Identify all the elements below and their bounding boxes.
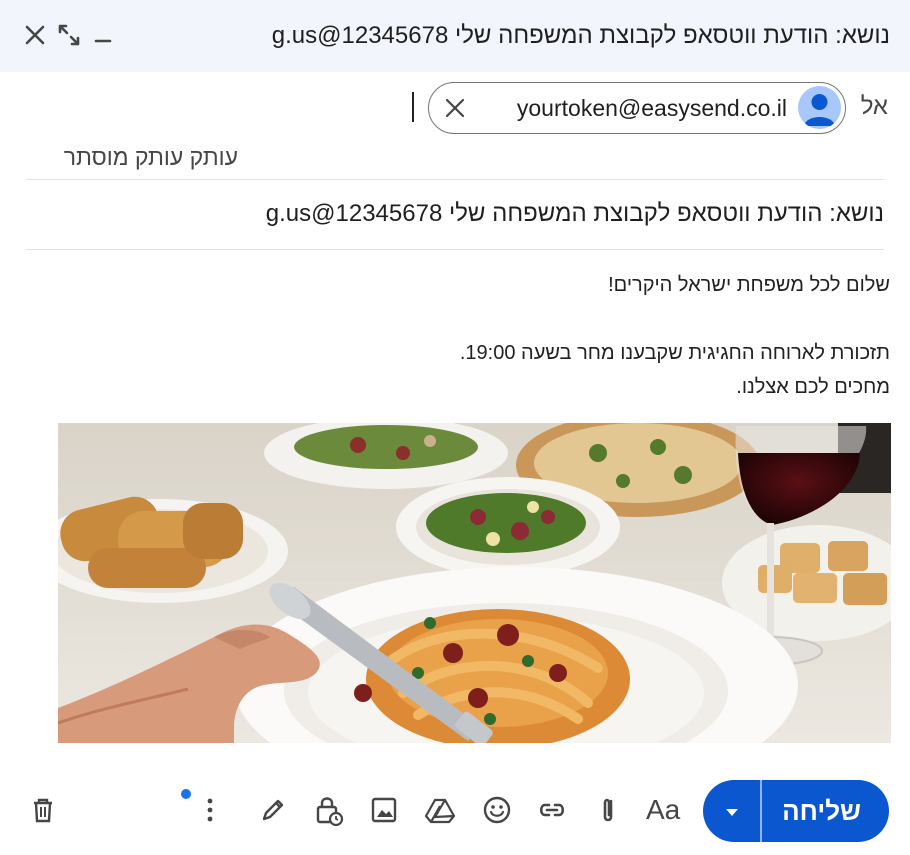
- to-label: אל: [860, 93, 888, 120]
- subject-value: נושא: הודעת ווטסאפ לקבוצת המשפחה שלי g.u…: [265, 200, 884, 227]
- trash-icon[interactable]: [25, 792, 61, 828]
- avatar: [798, 86, 841, 129]
- inline-image[interactable]: [58, 423, 891, 743]
- to-row: אל yourtoken@easysend.co.il: [0, 72, 910, 144]
- chevron-down-icon: [726, 809, 738, 816]
- cc-bcc-row[interactable]: עותק עותק מוסתר: [26, 144, 884, 180]
- body-greeting: שלום לכל משפחת ישראל היקרים!: [608, 274, 890, 296]
- body-line-1: תזכורת לארוחה החגיגית שקבענו מחר בשעה 19…: [459, 342, 890, 364]
- emoji-icon[interactable]: [479, 792, 515, 828]
- remove-recipient-icon[interactable]: [442, 95, 468, 121]
- cc-bcc-label[interactable]: עותק עותק מוסתר: [64, 144, 238, 171]
- subject-field[interactable]: נושא: הודעת ווטסאפ לקבוצת המשפחה שלי g.u…: [26, 180, 884, 250]
- fullscreen-icon[interactable]: [56, 22, 82, 48]
- send-options-button[interactable]: [703, 780, 760, 842]
- body-line-2: מחכים לכם אצלנו.: [736, 376, 890, 398]
- send-label: שליחה: [782, 796, 861, 826]
- image-icon[interactable]: [366, 792, 402, 828]
- minimize-icon[interactable]: [90, 22, 116, 48]
- recipient-chip[interactable]: yourtoken@easysend.co.il: [428, 82, 846, 134]
- compose-title: נושא: הודעת ווטסאפ לקבוצת המשפחה שלי g.u…: [271, 22, 890, 49]
- drive-icon[interactable]: [422, 792, 458, 828]
- lock-clock-icon[interactable]: [310, 792, 346, 828]
- attach-icon[interactable]: [590, 792, 626, 828]
- formatting-options-button[interactable]: Aa: [646, 794, 680, 826]
- link-icon[interactable]: [534, 792, 570, 828]
- send-divider: [760, 780, 762, 842]
- notification-dot: [181, 789, 191, 799]
- text-cursor: [412, 92, 414, 122]
- compose-header: נושא: הודעת ווטסאפ לקבוצת המשפחה שלי g.u…: [0, 0, 910, 72]
- recipient-email: yourtoken@easysend.co.il: [516, 95, 787, 121]
- close-icon[interactable]: [22, 22, 48, 48]
- pen-icon[interactable]: [255, 792, 291, 828]
- more-vert-icon[interactable]: [192, 792, 228, 828]
- compose-toolbar: שליחה Aa: [0, 770, 910, 850]
- send-button[interactable]: שליחה: [703, 780, 889, 842]
